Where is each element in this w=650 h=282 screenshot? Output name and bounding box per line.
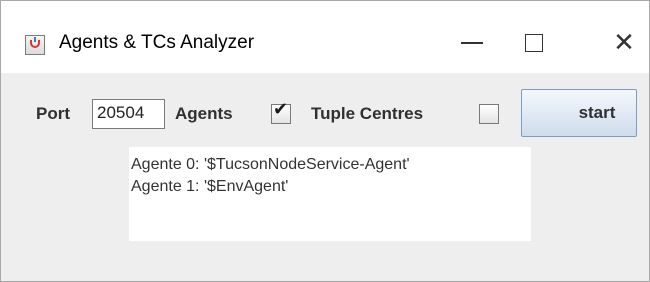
tuple-centres-checkbox[interactable] <box>479 104 499 124</box>
start-button[interactable]: start <box>521 89 637 137</box>
agents-checkbox[interactable]: ✔ <box>271 99 291 124</box>
agents-output-area[interactable]: Agente 0: '$TucsonNodeService-Agent' Age… <box>129 147 531 241</box>
app-window: Agents & TCs Analyzer ✕ Port 20504 Agent… <box>0 0 650 282</box>
window-title: Agents & TCs Analyzer <box>59 32 255 53</box>
java-cup-icon <box>25 35 45 55</box>
close-icon: ✕ <box>613 28 635 58</box>
check-icon: ✔ <box>273 99 289 120</box>
port-label: Port <box>36 104 70 123</box>
tuple-centres-label: Tuple Centres <box>311 104 424 123</box>
maximize-button[interactable] <box>511 23 557 63</box>
agent-line: Agente 0: '$TucsonNodeService-Agent' <box>131 156 410 173</box>
agent-line: Agente 1: '$EnvAgent' <box>131 178 289 195</box>
maximize-icon <box>525 34 543 52</box>
title-bar[interactable]: Agents & TCs Analyzer ✕ <box>1 1 649 73</box>
port-input[interactable]: 20504 <box>92 99 165 129</box>
minimize-button[interactable] <box>449 23 495 63</box>
minimize-icon <box>461 42 483 44</box>
close-button[interactable]: ✕ <box>601 23 647 63</box>
agents-label: Agents <box>175 104 233 123</box>
